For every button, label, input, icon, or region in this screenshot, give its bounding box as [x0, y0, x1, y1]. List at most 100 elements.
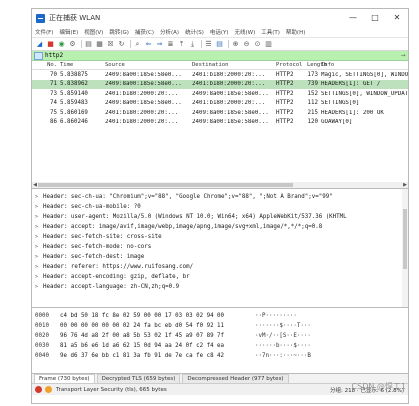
go-forward-icon[interactable]: ⇒: [155, 40, 164, 49]
bytes-row[interactable]: 0000 c4 bd 50 18 fc 8e 02 59 00 00 17 03 …: [32, 311, 408, 321]
packet-list-scrollbar[interactable]: ◀ ▶: [32, 182, 408, 188]
capture-status-icon[interactable]: [35, 386, 42, 393]
details-scroll-thumb[interactable]: [403, 209, 407, 269]
menu-telephony[interactable]: 电话(Y): [210, 28, 229, 36]
bytes-row[interactable]: 0040 9e d6 37 6e bb c1 81 3a fb 91 de 7e …: [32, 351, 408, 361]
bytes-row[interactable]: 0030 81 a5 b6 e6 1d a6 62 15 0d 94 aa 24 …: [32, 341, 408, 351]
zoom-reset-icon[interactable]: ⊙: [253, 40, 262, 49]
options-icon[interactable]: ⚙: [68, 40, 77, 49]
save-file-icon[interactable]: ▦: [95, 40, 104, 49]
display-filter-input[interactable]: [45, 51, 398, 60]
expand-arrow-icon[interactable]: >: [35, 204, 43, 210]
packet-info: HEADERS[1]: 200 OK: [321, 109, 384, 116]
column-source[interactable]: Source: [105, 62, 192, 68]
detail-tree-item[interactable]: > Header: sec-fetch-mode: no-cors: [32, 242, 408, 252]
expand-arrow-icon[interactable]: >: [35, 214, 43, 220]
bytes-row[interactable]: 0010 00 00 00 00 00 00 02 24 fa bc eb d0 …: [32, 321, 408, 331]
packet-source: 2401:b180:2000:20:...: [105, 90, 179, 97]
bytes-row[interactable]: 0020 96 76 4d a8 2f 00 a8 5b 53 02 1f 45 …: [32, 331, 408, 341]
last-packet-icon[interactable]: ⤓: [188, 40, 197, 49]
packet-destination: 2401:b180:2000:20:...: [192, 71, 266, 78]
packet-details-pane: > Header: sec-ch-ua: "Chromium";v="88", "…: [32, 189, 408, 308]
go-back-icon[interactable]: ⇐: [144, 40, 153, 49]
detail-tree-item[interactable]: > Header: sec-fetch-dest: image: [32, 252, 408, 262]
menu-statistics[interactable]: 统计(S): [185, 28, 204, 36]
close-file-icon[interactable]: ☒: [106, 40, 115, 49]
minimize-button[interactable]: —: [342, 9, 364, 27]
menu-edit[interactable]: 编辑(E): [59, 28, 78, 36]
packet-no: 73: [50, 90, 57, 97]
column-time[interactable]: Time: [60, 62, 105, 68]
bytes-tab[interactable]: Frame (730 bytes): [34, 374, 95, 383]
expand-arrow-icon[interactable]: >: [35, 224, 43, 230]
column-length[interactable]: Length: [307, 62, 327, 68]
column-destination[interactable]: Destination: [192, 62, 276, 68]
colorize-icon[interactable]: ▤: [215, 40, 224, 49]
detail-tree-item[interactable]: > Header: referer: https://www.ruifosang.…: [32, 262, 408, 272]
expand-arrow-icon[interactable]: >: [35, 194, 43, 200]
detail-text: Header: user-agent: Mozilla/5.0 (Windows…: [43, 214, 347, 220]
packet-row[interactable]: 75 5.860169 2401:b180:2000:20:... 2409:8a00…: [32, 108, 408, 118]
detail-tree-item[interactable]: > Header: sec-ch-ua-mobile: ?0: [32, 202, 408, 212]
stop-capture-icon[interactable]: ■: [46, 40, 55, 49]
expert-info-icon[interactable]: [45, 386, 52, 393]
packet-row[interactable]: 86 6.860246 2401:b180:2000:20:... 2409:8a00…: [32, 118, 408, 128]
menu-file[interactable]: 文件(F): [35, 28, 53, 36]
window-title: 正在捕获 WLAN: [49, 14, 101, 22]
restart-capture-icon[interactable]: ◉: [57, 40, 66, 49]
column-info[interactable]: Info: [321, 62, 408, 68]
close-button[interactable]: ✕: [386, 9, 408, 27]
packet-row[interactable]: 73 5.859140 2401:b180:2000:20:... 2409:8a00…: [32, 89, 408, 99]
menu-tools[interactable]: 工具(T): [261, 28, 280, 36]
expand-arrow-icon[interactable]: >: [35, 284, 43, 290]
expand-arrow-icon[interactable]: >: [35, 254, 43, 260]
menu-analyze[interactable]: 分析(A): [160, 28, 179, 36]
scroll-right-icon[interactable]: ▶: [402, 182, 408, 188]
start-capture-icon[interactable]: ◢: [35, 40, 44, 49]
detail-tree-item[interactable]: > Header: user-agent: Mozilla/5.0 (Window…: [32, 212, 408, 222]
packet-info: Magic, SETTINGS[0], WINDOW_U: [321, 71, 408, 78]
bytes-tab[interactable]: Decrypted TLS (659 bytes): [96, 374, 181, 383]
packet-row[interactable]: 74 5.859483 2409:8a00:185e:58e0... 2401:b18…: [32, 99, 408, 109]
apply-filter-icon[interactable]: →: [398, 52, 408, 59]
bookmark-filter-icon[interactable]: [34, 51, 43, 60]
scroll-thumb[interactable]: [38, 183, 293, 187]
detail-text: Header: sec-fetch-site: cross-site: [43, 234, 162, 240]
packet-row-selected[interactable]: 71 5.838962 2409:8a00:185e:58e0... 2401:b18…: [32, 79, 408, 89]
first-packet-icon[interactable]: ⤒: [177, 40, 186, 49]
detail-tree-item[interactable]: > Header: accept: image/avif,image/webp,i…: [32, 222, 408, 232]
column-no[interactable]: No.: [32, 62, 60, 68]
zoom-out-icon[interactable]: ⊖: [242, 40, 251, 49]
maximize-button[interactable]: □: [364, 9, 386, 27]
column-protocol[interactable]: Protocol: [276, 62, 307, 68]
menu-wireless[interactable]: 无线(W): [235, 28, 256, 36]
details-scrollbar[interactable]: [402, 189, 408, 307]
menu-go[interactable]: 跳转(G): [109, 28, 129, 36]
packet-time: 6.860246: [60, 119, 88, 126]
bytes-tab[interactable]: Decompressed Header (977 bytes): [182, 374, 289, 383]
menu-view[interactable]: 视图(V): [84, 28, 103, 36]
detail-tree-item[interactable]: > Header: accept-language: zh-CN,zh;q=0.9: [32, 282, 408, 292]
expand-arrow-icon[interactable]: >: [35, 274, 43, 280]
autoscroll-icon[interactable]: ☰: [204, 40, 213, 49]
find-packet-icon[interactable]: ⌕: [133, 40, 142, 49]
resize-columns-icon[interactable]: ▥: [264, 40, 273, 49]
detail-tree-item[interactable]: > Header: accept-encoding: gzip, deflate,…: [32, 272, 408, 282]
detail-tree-item[interactable]: > Header: sec-ch-ua: "Chromium";v="88", "…: [32, 192, 408, 202]
bytes-offset: 0040: [35, 353, 49, 359]
zoom-in-icon[interactable]: ⊕: [231, 40, 240, 49]
bytes-offset: 0020: [35, 333, 49, 339]
packet-row[interactable]: 70 5.838875 2409:8a00:185e:58e0... 2401:b18…: [32, 70, 408, 80]
packet-info: SETTINGS[0], WINDOW_UPDATE[0]: [321, 90, 408, 97]
expand-arrow-icon[interactable]: >: [35, 244, 43, 250]
expand-arrow-icon[interactable]: >: [35, 264, 43, 270]
packet-source: 2401:b180:2000:20:...: [105, 119, 179, 126]
menu-help[interactable]: 帮助(H): [286, 28, 305, 36]
menu-capture[interactable]: 捕获(C): [135, 28, 154, 36]
detail-tree-item[interactable]: > Header: sec-fetch-site: cross-site: [32, 232, 408, 242]
expand-arrow-icon[interactable]: >: [35, 234, 43, 240]
reload-icon[interactable]: ↻: [117, 40, 126, 49]
detail-text: Header: accept-encoding: gzip, deflate, …: [43, 274, 190, 280]
go-to-packet-icon[interactable]: ≣: [166, 40, 175, 49]
open-file-icon[interactable]: ▤: [84, 40, 93, 49]
